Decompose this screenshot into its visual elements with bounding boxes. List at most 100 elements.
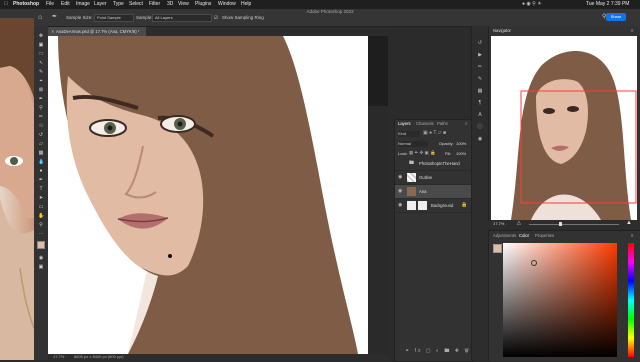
actions-icon[interactable]: ▶ xyxy=(476,52,484,58)
brushes-icon[interactable]: ✎ xyxy=(476,76,484,82)
zoom-out-icon[interactable]: △ xyxy=(517,220,521,226)
paragraph-icon[interactable]: ¶ xyxy=(476,100,484,106)
eyedropper-tool-icon[interactable]: ✒ xyxy=(38,97,44,102)
panel-menu-icon[interactable]: ≡ xyxy=(631,27,633,35)
menu-select[interactable]: Select xyxy=(129,0,143,9)
close-tab-icon[interactable]: ✕ xyxy=(51,29,54,34)
menu-type[interactable]: Type xyxy=(113,0,124,9)
frame-tool-icon[interactable]: ⊠ xyxy=(38,88,44,93)
navigator-zoom-slider[interactable] xyxy=(529,224,619,225)
visibility-eye-icon[interactable]: ◉ xyxy=(398,185,402,198)
share-button[interactable]: Share xyxy=(606,13,626,21)
dodge-tool-icon[interactable]: ● xyxy=(38,169,44,174)
layer-actions-bar[interactable]: ⚭ fx ▢ ◐ 🖿 ✚ 🗑 xyxy=(405,348,471,356)
menu-plugins[interactable]: Plugins xyxy=(195,0,211,9)
layer-row-selected[interactable]: ◉ Ana xyxy=(395,185,472,199)
tab-layers[interactable]: Layers xyxy=(398,120,411,128)
status-icons[interactable]: ● ◉ ⚲ ☀ xyxy=(522,0,542,9)
clone-stamp-tool-icon[interactable]: ☉ xyxy=(38,124,44,129)
navigator-zoom-value[interactable]: 17.7% xyxy=(493,221,504,226)
visibility-eye-icon[interactable]: ◉ xyxy=(398,171,402,184)
healing-brush-tool-icon[interactable]: ⚲ xyxy=(38,106,44,111)
gradient-tool-icon[interactable]: ▩ xyxy=(38,151,44,156)
search-icon[interactable]: ⚲ xyxy=(602,9,606,26)
blend-mode-dropdown[interactable]: Normal xyxy=(398,141,428,147)
lock-icons[interactable]: ▦ ✒ ✥ ▣ 🔒 xyxy=(409,150,436,156)
menu-file[interactable]: File xyxy=(46,0,54,9)
foreground-color-chip[interactable] xyxy=(493,244,502,253)
menu-view[interactable]: View xyxy=(178,0,189,9)
history-icon[interactable]: ↺ xyxy=(476,40,484,46)
screen-mode-icon[interactable]: ▣ xyxy=(38,265,44,270)
panel-menu-icon[interactable]: ≡ xyxy=(465,120,467,128)
layer-row[interactable]: ◉ Background 🔒 xyxy=(395,199,472,213)
blur-tool-icon[interactable]: 💧 xyxy=(38,160,44,165)
panel-icon-strip: ↺ ▶ ✏ ✎ ▦ ¶ A ⓘ ◉ xyxy=(471,26,489,360)
menu-layer[interactable]: Layer xyxy=(94,0,107,9)
menu-filter[interactable]: Filter xyxy=(149,0,160,9)
color-picker-field[interactable] xyxy=(503,243,617,357)
pen-tool-icon[interactable]: ✒ xyxy=(38,178,44,183)
zoom-in-icon[interactable]: ▲ xyxy=(626,220,632,226)
status-zoom[interactable]: 17.7% xyxy=(53,354,64,360)
document-canvas[interactable] xyxy=(48,36,388,354)
navigator-title[interactable]: Navigator xyxy=(493,27,511,35)
sample-dropdown[interactable]: All Layers xyxy=(152,14,212,22)
hand-tool-icon[interactable]: ✋ xyxy=(38,214,44,219)
type-tool-icon[interactable]: T xyxy=(38,187,44,192)
quick-select-tool-icon[interactable]: ✎ xyxy=(38,70,44,75)
rectangle-tool-icon[interactable]: ▭ xyxy=(38,205,44,210)
home-icon[interactable]: ⌂ xyxy=(38,9,42,26)
history-brush-tool-icon[interactable]: ↺ xyxy=(38,133,44,138)
quick-mask-icon[interactable]: ◉ xyxy=(38,256,44,261)
tab-channels[interactable]: Channels xyxy=(416,120,434,128)
layer-row[interactable]: 🖿 PhotoshopInTheHand xyxy=(395,157,472,171)
fill-value[interactable]: 100% xyxy=(456,151,466,156)
menu-help[interactable]: Help xyxy=(241,0,251,9)
layer-filter-icons[interactable]: ▣ ● T ▱ ■ xyxy=(423,130,446,136)
app-name-menu[interactable]: Photoshop xyxy=(13,0,39,9)
menu-edit[interactable]: Edit xyxy=(61,0,70,9)
zoom-tool-icon[interactable]: ⚲ xyxy=(38,223,44,228)
brush-tool-icon[interactable]: ✏ xyxy=(38,115,44,120)
reference-photo-window[interactable] xyxy=(0,18,34,360)
layer-filter-kind[interactable]: Kind xyxy=(398,131,420,137)
panel-menu-icon[interactable]: ≡ xyxy=(631,232,633,240)
info-icon[interactable]: ⓘ xyxy=(476,124,484,130)
navigator-preview[interactable] xyxy=(491,36,637,220)
sample-size-dropdown[interactable]: Point Sample xyxy=(94,14,134,22)
tab-paths[interactable]: Paths xyxy=(437,120,448,128)
tab-adjustments[interactable]: Adjustments xyxy=(493,232,516,240)
navigator-zoom-thumb[interactable] xyxy=(559,222,562,226)
menu-window[interactable]: Window xyxy=(218,0,236,9)
visibility-eye-icon[interactable]: ◉ xyxy=(398,199,402,212)
swatches-icon[interactable]: ▦ xyxy=(476,88,484,94)
tab-properties[interactable]: Properties xyxy=(535,232,554,240)
opacity-value[interactable]: 100% xyxy=(456,141,466,146)
artboard-tool-icon[interactable]: ▣ xyxy=(38,43,44,48)
tab-color[interactable]: Color xyxy=(519,232,529,240)
foreground-color-swatch[interactable] xyxy=(37,241,45,249)
color-picker-marker[interactable] xyxy=(531,260,537,266)
hue-slider[interactable] xyxy=(628,243,634,357)
menu-image[interactable]: Image xyxy=(76,0,90,9)
layers-panel: Layers Channels Paths ≡ Kind ▣ ● T ▱ ■ N… xyxy=(394,119,473,362)
show-sampling-ring-checkbox[interactable]: ☑ xyxy=(214,9,218,26)
layer-thumbnail xyxy=(407,173,416,182)
crop-tool-icon[interactable]: ⌖ xyxy=(38,79,44,84)
path-selection-tool-icon[interactable]: ➤ xyxy=(38,196,44,201)
layer-row[interactable]: ◉ Outline xyxy=(395,171,472,185)
character-icon[interactable]: A xyxy=(476,112,484,118)
apple-icon[interactable]:  xyxy=(4,0,8,9)
eyedropper-preset-icon[interactable]: ✒ xyxy=(52,9,57,26)
more-tools-icon[interactable]: ⋯ xyxy=(38,232,44,237)
lasso-tool-icon[interactable]: ➴ xyxy=(38,61,44,66)
status-bar: 17.7% 8600 px x 8400 px (600 ppi) xyxy=(48,354,388,360)
move-tool-icon[interactable]: ✥ xyxy=(38,34,44,39)
eraser-tool-icon[interactable]: ▱ xyxy=(38,142,44,147)
brush-settings-icon[interactable]: ✏ xyxy=(476,64,484,70)
menu-3d[interactable]: 3D xyxy=(167,0,173,9)
libraries-icon[interactable]: ◉ xyxy=(476,136,484,142)
document-tab[interactable]: AnaDeArmas.psd @ 17.7% (Ana, CMYK/8) * xyxy=(48,27,146,36)
marquee-tool-icon[interactable]: □ xyxy=(38,52,44,57)
